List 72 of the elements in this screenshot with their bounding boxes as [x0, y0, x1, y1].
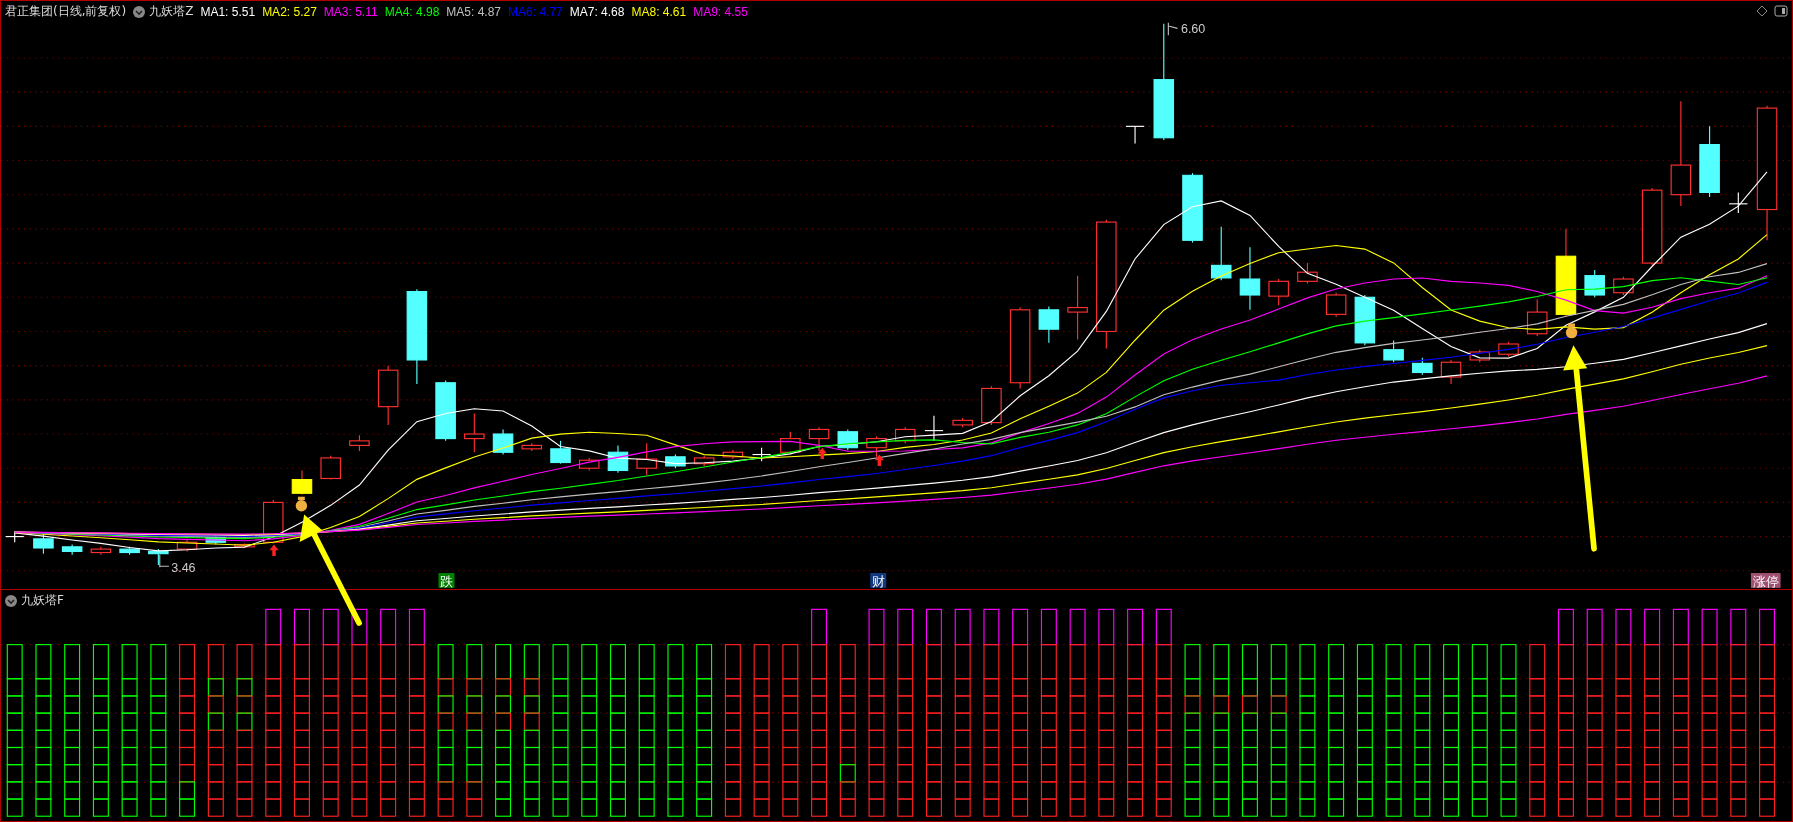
candlestick [176, 538, 198, 552]
candlestick [1498, 341, 1519, 358]
candlestick [320, 455, 341, 481]
diamond-icon[interactable] [1756, 5, 1768, 17]
candlestick [924, 415, 944, 442]
candlestick [636, 442, 657, 476]
moving-average-value: MA4: 4.98 [384, 4, 440, 19]
money-bag-icon [295, 496, 308, 512]
moving-average-value: MA3: 5.11 [323, 4, 378, 19]
chevron-down-icon[interactable] [5, 594, 17, 607]
candlestick [894, 426, 916, 444]
moving-average-value: MA6: 4.77 [508, 4, 563, 19]
moving-average-value: MA8: 4.61 [631, 4, 687, 19]
candlestick [780, 431, 801, 456]
moving-average-value: MA5: 4.87 [446, 4, 502, 19]
candlestick [693, 455, 715, 467]
signal-label: 财 [870, 573, 887, 589]
candlestick [5, 530, 25, 543]
candlestick [1239, 246, 1261, 311]
candlestick [1584, 269, 1605, 298]
candlestick [435, 379, 456, 442]
candlestick [119, 546, 140, 556]
candlestick [550, 440, 571, 465]
candlestick [1412, 357, 1433, 376]
moving-average-value: MA9: 4.55 [693, 4, 748, 19]
candlestick [234, 542, 255, 549]
money-bag-icon [1565, 323, 1578, 339]
indicator-name: 九妖塔Z [149, 3, 194, 20]
candlestick [521, 442, 543, 452]
candlestick [1469, 349, 1491, 363]
candlestick [349, 434, 370, 452]
indicator-name: 九妖塔F [21, 592, 64, 609]
candlestick [291, 469, 313, 495]
signal-label: 跌 [438, 573, 455, 589]
up-arrow-icon [269, 544, 279, 556]
candlestick [665, 453, 686, 469]
candlestick [952, 417, 973, 428]
candlestick [578, 457, 600, 472]
moving-average-value: MA2: 5.27 [262, 4, 317, 19]
candlestick [866, 435, 887, 458]
candlestick [1038, 305, 1060, 344]
candlestick [751, 447, 772, 462]
candlestick [1383, 340, 1404, 363]
candlestick [1125, 125, 1145, 144]
candlestick [808, 426, 830, 452]
up-arrow-icon [817, 447, 827, 460]
moving-average-value: MA7: 4.68 [569, 4, 625, 19]
candlestick [1354, 294, 1376, 346]
candlestick [148, 548, 169, 566]
candlestick [492, 428, 514, 456]
chevron-down-icon[interactable] [133, 5, 146, 18]
candlestick [981, 385, 1002, 426]
up-arrow-icon [874, 454, 884, 466]
candlestick [1182, 172, 1203, 244]
candlestick [1268, 278, 1289, 306]
candlestick [607, 444, 629, 474]
moving-average-value: MA1: 5.51 [200, 4, 256, 19]
candlestick [377, 365, 399, 426]
panel-toggle-icon[interactable] [1774, 5, 1788, 17]
candlestick [61, 544, 83, 556]
candlestick [1210, 226, 1232, 281]
candlestick [1297, 262, 1318, 285]
candlestick [1325, 292, 1347, 318]
candlestick [90, 546, 112, 556]
candlestick [1067, 275, 1088, 340]
stock-title: 君正集团(日线,前复权) [5, 3, 127, 20]
signal-label: 涨停 [1750, 573, 1781, 589]
candlestick [1440, 359, 1462, 385]
candlestick [1728, 191, 1748, 214]
candlestick [722, 449, 744, 460]
candlestick [464, 412, 485, 453]
candlestick [1526, 299, 1548, 337]
